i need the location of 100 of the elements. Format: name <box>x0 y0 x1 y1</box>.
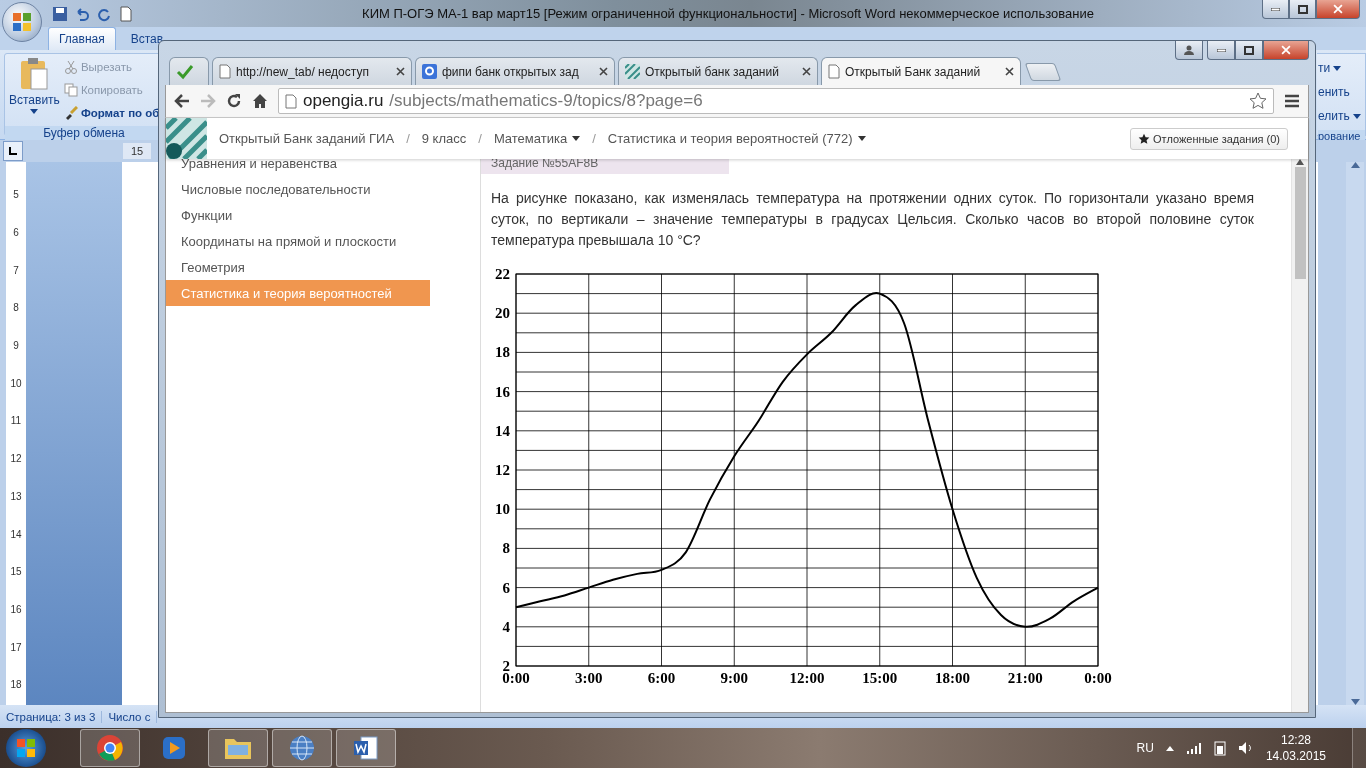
globe-icon[interactable] <box>287 733 317 763</box>
tab-title: Открытый банк заданий <box>645 64 780 79</box>
window-title: КИМ П-ОГЭ МА-1 вар март15 [Режим ограниченной функциональности] - Microsoft Word некоммерческое использование <box>361 6 1095 21</box>
x-tick-label: 18:00 <box>935 670 970 686</box>
language-indicator[interactable]: RU <box>1136 741 1154 755</box>
close-button[interactable] <box>1316 0 1360 19</box>
saved-tasks-button[interactable]: Отложенные задания (0) <box>1130 127 1288 150</box>
y-tick-label: 18 <box>495 344 510 361</box>
close-icon[interactable] <box>599 67 608 76</box>
caret-icon <box>30 109 39 114</box>
ruler-number: 16 <box>9 602 23 617</box>
office-logo-icon <box>12 12 32 32</box>
ruler-number: 13 <box>9 489 23 504</box>
scrollbar-thumb[interactable] <box>1294 167 1306 279</box>
sidebar-item[interactable]: Функции <box>166 202 430 228</box>
new-document-icon[interactable] <box>118 5 134 22</box>
sidebar-item[interactable]: Числовые последовательности <box>166 176 430 202</box>
ruler-number: 15 <box>9 565 23 580</box>
address-bar[interactable]: opengia.ru /subjects/mathematics-9/topics/8?page=6 <box>278 88 1274 114</box>
browser-tab[interactable]: фипи банк открытых зад <box>415 57 615 85</box>
network-signal-icon[interactable] <box>1185 742 1202 754</box>
breadcrumb-link[interactable]: Математика <box>493 131 581 146</box>
up-arrow-icon[interactable] <box>1296 159 1304 165</box>
y-tick-label: 6 <box>502 579 510 596</box>
breadcrumb-link[interactable]: Статистика и теория вероятностей (772) <box>607 131 866 146</box>
minimize-button[interactable] <box>1207 41 1235 60</box>
maximize-icon <box>1244 45 1254 55</box>
task-id: Задание №55AF8B <box>481 159 729 174</box>
ruler-number: 18 <box>9 678 23 693</box>
reload-icon[interactable] <box>226 93 242 109</box>
minimize-button[interactable] <box>1262 0 1289 19</box>
restore-icon <box>1297 4 1308 14</box>
x-tick-label: 0:00 <box>1084 670 1112 686</box>
star-icon <box>1138 132 1151 145</box>
x-tick-label: 15:00 <box>862 670 898 686</box>
ribbon-tab[interactable]: Главная <box>48 27 116 50</box>
x-tick-label: 9:00 <box>720 670 748 686</box>
browser-tab[interactable]: http://new_tab/ недоступ <box>212 57 412 85</box>
taskbar-button[interactable] <box>336 729 396 767</box>
document-icon[interactable] <box>352 734 380 762</box>
ruler-number: 7 <box>12 263 20 278</box>
tab-stop-button[interactable] <box>3 141 23 161</box>
ribbon-command[interactable]: елить <box>1318 104 1365 128</box>
paste-label: Вставить <box>9 93 60 107</box>
ribbon-command[interactable]: енить <box>1318 80 1365 104</box>
y-tick-label: 10 <box>495 501 510 518</box>
save-icon[interactable] <box>52 5 68 22</box>
x-tick-label: 21:00 <box>1007 670 1043 686</box>
tab-stop-icon <box>9 147 17 155</box>
browser-tab[interactable] <box>169 57 209 85</box>
sidebar-item[interactable]: Координаты на прямой и плоскости <box>166 228 430 254</box>
ruler-number: 11 <box>9 414 23 429</box>
clock[interactable]: 12:28 14.03.2015 <box>1265 733 1326 763</box>
page-icon <box>828 64 840 79</box>
undo-icon[interactable] <box>74 5 90 22</box>
sidebar-item[interactable]: Уравнения и неравенства <box>166 159 430 176</box>
close-icon[interactable] <box>396 67 405 76</box>
battery-icon[interactable] <box>1213 740 1226 756</box>
maximize-button[interactable] <box>1289 0 1316 19</box>
up-arrow-icon[interactable] <box>1165 745 1174 751</box>
page-icon <box>285 93 297 109</box>
breadcrumb-link[interactable]: 9 класс <box>421 131 467 146</box>
new-tab-button[interactable] <box>1024 63 1062 81</box>
home-icon[interactable] <box>252 93 268 109</box>
taskbar-button[interactable] <box>272 729 332 767</box>
ruler-number: 8 <box>12 301 20 316</box>
ribbon-command[interactable]: ти <box>1318 56 1365 80</box>
bookmark-star-icon[interactable] <box>1249 92 1267 110</box>
profile-button[interactable] <box>1175 41 1203 60</box>
breadcrumb-link[interactable]: Открытый Банк заданий ГИА <box>219 131 395 146</box>
ruler-number: 14 <box>9 527 23 542</box>
date: 14.03.2015 <box>1265 749 1326 763</box>
start-button[interactable] <box>6 729 46 767</box>
back-icon[interactable] <box>174 94 190 108</box>
ruler-number: 5 <box>12 188 20 203</box>
close-icon[interactable] <box>1005 67 1014 76</box>
browser-tab[interactable]: Открытый Банк заданий <box>821 57 1021 85</box>
close-icon[interactable] <box>802 67 811 76</box>
speaker-icon[interactable] <box>1237 741 1254 755</box>
down-arrow-icon[interactable] <box>1350 699 1360 705</box>
ruler-number: 15 <box>123 143 152 159</box>
taskbar-button[interactable] <box>208 729 268 767</box>
breadcrumb-separator: / <box>478 131 482 146</box>
ribbon-tab[interactable]: Встав <box>119 27 175 50</box>
maximize-button[interactable] <box>1235 41 1263 60</box>
chrome-icon[interactable] <box>95 733 125 763</box>
url-path: /subjects/mathematics-9/topics/8?page=6 <box>389 91 704 111</box>
paste-button[interactable]: Вставить <box>9 57 60 123</box>
copy-icon <box>63 83 78 97</box>
up-arrow-icon[interactable] <box>1350 162 1360 168</box>
media-player-icon[interactable] <box>160 734 188 762</box>
y-tick-label: 14 <box>495 422 510 439</box>
sidebar-item[interactable]: Геометрия <box>166 254 430 280</box>
taskbar-button[interactable] <box>80 729 140 767</box>
close-button[interactable] <box>1263 41 1309 60</box>
browser-tab[interactable]: Открытый банк заданий <box>618 57 818 85</box>
clipboard-icon <box>19 57 50 91</box>
minimize-icon <box>1271 7 1280 11</box>
x-tick-label: 6:00 <box>647 670 676 686</box>
menu-icon[interactable] <box>1284 94 1300 108</box>
